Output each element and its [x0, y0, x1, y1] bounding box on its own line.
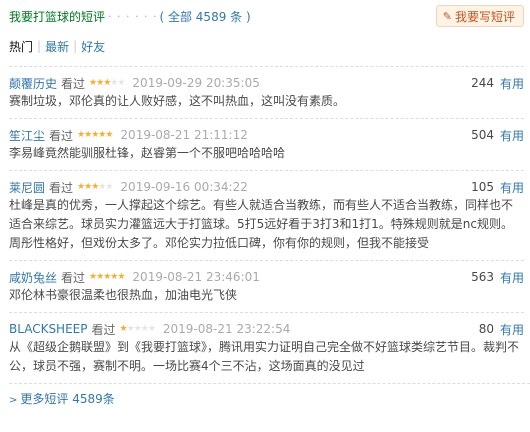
comment-text: 从《超级企鹅联盟》到《我要打篮球》，腾讯用实力证明自己完全做不好篮球类综艺节目。… — [9, 340, 520, 373]
comment-user-link[interactable]: 莱尼圆 — [9, 179, 45, 196]
vote-count: 105 — [471, 180, 494, 194]
useful-button[interactable]: 有用 — [500, 179, 524, 196]
pencil-icon: ✎ — [442, 9, 452, 23]
comment-item: 莱尼圆 看过 ★★★★★ 2019-09-16 00:34:22 105 有用杜峰是真的优… — [9, 170, 524, 260]
useful-button[interactable]: 有用 — [500, 321, 524, 338]
watched-status: 看过 — [61, 76, 86, 91]
comment-meta: 莱尼圆 看过 ★★★★★ 2019-09-16 00:34:22 105 有用 — [9, 178, 524, 196]
comment-text: 李易峰竟然能驯服杜锋，赵睿第一个不服吧哈哈哈哈 — [9, 146, 286, 160]
comment-time: 2019-09-16 00:34:22 — [120, 180, 248, 194]
watched-status: 看过 — [49, 180, 74, 195]
watched-status: 看过 — [91, 322, 116, 337]
section-title-link[interactable]: 我要打篮球的短评 — [9, 8, 105, 25]
section-header: 我要打篮球的短评 · · · · · · ( 全部 4589 条 ) ✎ 我要写… — [9, 0, 530, 32]
comment-user-link[interactable]: 笙江尘 — [9, 127, 45, 144]
star-empty-icon: ★ — [133, 323, 142, 334]
star-empty-icon: ★ — [147, 323, 156, 334]
comment-item: 咸奶兔丝 看过 ★★★★★ 2019-08-21 23:46:01 563 有用邓伦林书豪… — [9, 260, 524, 312]
star-filled-icon: ★ — [117, 271, 125, 282]
star-empty-icon: ★ — [140, 323, 149, 334]
more-comments: > 更多短评 4589条 — [9, 383, 530, 407]
all-count-link[interactable]: ( 全部 4589 条 ) — [159, 8, 250, 25]
star-empty-icon: ★ — [126, 323, 135, 334]
tab-separator: | — [37, 39, 42, 53]
comment-meta: 笙江尘 看过 ★★★★★ 2019-08-21 21:11:12 504 有用 — [9, 126, 524, 144]
rating-stars-icon: ★★★★★ — [119, 323, 156, 334]
comment-meta: 颠覆历史 看过 ★★★★★ 2019-09-29 20:35:05 244 有用 — [9, 74, 524, 92]
write-review-button[interactable]: ✎ 我要写短评 — [435, 5, 524, 27]
rating-stars-icon: ★★★★★ — [77, 129, 113, 140]
rating-stars-icon: ★★★★★ — [77, 181, 113, 192]
useful-button[interactable]: 有用 — [500, 127, 524, 144]
comment-user-link[interactable]: 咸奶兔丝 — [9, 269, 57, 286]
vote-count: 244 — [471, 76, 494, 90]
star-empty-icon: ★ — [105, 181, 113, 192]
vote-count: 504 — [471, 128, 494, 142]
watched-status: 看过 — [49, 128, 74, 143]
comment-item: BLACKSHEEP 看过 ★★★★★ 2019-08-21 23:22:54 80 有用… — [9, 312, 524, 383]
star-empty-icon: ★ — [117, 77, 125, 88]
comment-meta: BLACKSHEEP 看过 ★★★★★ 2019-08-21 23:22:54 80 有用 — [9, 320, 524, 338]
vote-count: 563 — [471, 270, 494, 284]
comment-item: 笙江尘 看过 ★★★★★ 2019-08-21 21:11:12 504 有用李易峰竟然能… — [9, 118, 524, 170]
comments-section: 我要打篮球的短评 · · · · · · ( 全部 4589 条 ) ✎ 我要写… — [0, 0, 530, 432]
useful-button[interactable]: 有用 — [500, 269, 524, 286]
comment-time: 2019-08-21 23:22:54 — [162, 322, 291, 336]
tab-separator: | — [73, 39, 78, 53]
comment-time: 2019-08-21 21:11:12 — [120, 128, 248, 142]
chevron-right-icon: > — [9, 395, 18, 406]
comment-text: 赛制垃圾，邓伦真的让人败好感，这不叫热血，这叫没有素质。 — [9, 94, 346, 108]
more-comments-link[interactable]: 更多短评 4589条 — [20, 392, 114, 406]
comment-meta: 咸奶兔丝 看过 ★★★★★ 2019-08-21 23:46:01 563 有用 — [9, 268, 524, 286]
tab-latest[interactable]: 最新 — [45, 38, 69, 55]
comment-list: 颠覆历史 看过 ★★★★★ 2019-09-29 20:35:05 244 有用 赛制垃圾，… — [9, 66, 530, 383]
comment-time: 2019-09-29 20:35:05 — [132, 76, 260, 90]
star-filled-icon: ★ — [119, 323, 128, 334]
comment-item: 颠覆历史 看过 ★★★★★ 2019-09-29 20:35:05 244 有用赛制垃圾，… — [9, 66, 524, 118]
rating-stars-icon: ★★★★★ — [89, 77, 125, 88]
write-review-label: 我要写短评 — [454, 9, 515, 24]
sort-tabs: 热门 | 最新 | 好友 — [9, 32, 530, 60]
comment-user-link[interactable]: BLACKSHEEP — [9, 322, 87, 336]
tab-friends[interactable]: 好友 — [81, 38, 105, 55]
comment-time: 2019-08-21 23:46:01 — [132, 270, 260, 284]
star-filled-icon: ★ — [105, 129, 113, 140]
comment-text: 杜峰是真的优秀，一人撑起这个综艺。有些人就适合当教练，而有些人不适合当教练，同样… — [9, 198, 514, 250]
tab-hot[interactable]: 热门 — [9, 38, 33, 55]
useful-button[interactable]: 有用 — [500, 75, 524, 92]
watched-status: 看过 — [61, 270, 86, 285]
vote-count: 80 — [478, 322, 494, 336]
title-dots: · · · · · · — [108, 9, 158, 23]
comment-text: 邓伦林书豪很温柔也很热血，加油电光飞侠 — [9, 288, 238, 302]
comment-user-link[interactable]: 颠覆历史 — [9, 75, 57, 92]
rating-stars-icon: ★★★★★ — [89, 271, 125, 282]
